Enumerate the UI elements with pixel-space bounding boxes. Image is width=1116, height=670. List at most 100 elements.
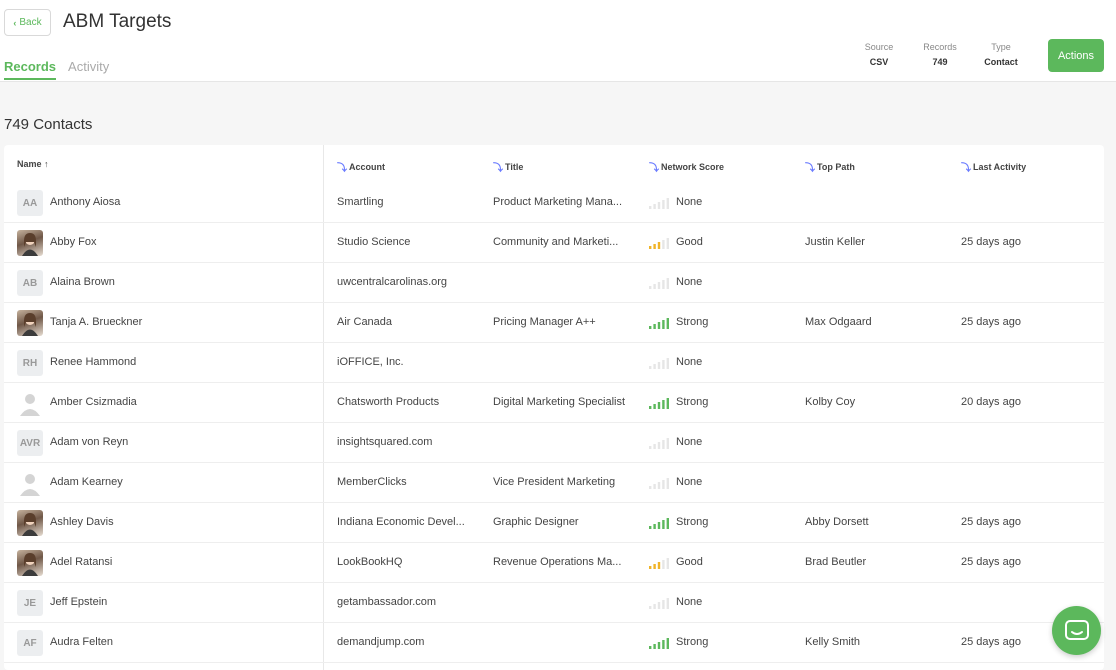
column-header-title[interactable]: ⤵ Title — [493, 159, 524, 175]
contact-name[interactable]: Renee Hammond — [50, 356, 310, 368]
signal-bar — [662, 440, 665, 449]
table-row[interactable]: AA Anthony Aiosa Smartling Product Marketin… — [4, 183, 1104, 223]
table-row[interactable]: Amber Csizmadia Chatsworth Products Digita… — [4, 383, 1104, 423]
table-row[interactable]: Abby Fox Studio Science Community and Mark… — [4, 223, 1104, 263]
signal-strength-icon — [649, 437, 671, 449]
signal-bar — [653, 204, 656, 209]
signal-bar — [662, 600, 665, 609]
column-header-account[interactable]: ⤵ Account — [337, 159, 385, 175]
back-button[interactable]: ‹ Back — [4, 9, 51, 36]
signal-bar — [657, 362, 661, 369]
bolt-icon: ⤵ — [649, 163, 659, 174]
column-header-last-activity[interactable]: ⤵ Last Activity — [961, 159, 1026, 175]
chevron-left-icon: ‹ — [13, 17, 17, 28]
column-header-account-label: Account — [349, 161, 385, 172]
contact-name[interactable]: Adam von Reyn — [50, 436, 310, 448]
title-cell: Product Marketing Mana... — [493, 196, 623, 208]
bolt-icon: ⤵ — [805, 163, 815, 174]
chat-launcher-button[interactable] — [1052, 606, 1101, 655]
signal-strength-icon — [649, 357, 671, 369]
network-score-cell: Strong — [676, 396, 709, 408]
signal-bar — [649, 406, 652, 409]
table-row[interactable]: Adam Kearney MemberClicks Vice President M… — [4, 463, 1104, 503]
avatar-initials: AB — [22, 277, 38, 289]
contact-name[interactable]: Anthony Aiosa — [50, 196, 310, 208]
table-row[interactable]: AB Alaina Brown uwcentralcarolinas.org None — [4, 263, 1104, 303]
network-score-cell: None — [676, 356, 703, 368]
table-row[interactable]: Adel Ratansi LookBookHQ Revenue Operations… — [4, 543, 1104, 583]
account-cell: MemberClicks — [337, 476, 407, 488]
signal-strength-icon — [649, 597, 671, 609]
title-cell: Pricing Manager A++ — [493, 316, 596, 328]
table-row[interactable]: Tanja A. Brueckner Air Canada Pricing Mana… — [4, 303, 1104, 343]
signal-strength-icon — [649, 557, 671, 569]
meta-records: Records 749 — [912, 42, 968, 67]
column-header-top-path[interactable]: ⤵ Top Path — [805, 159, 855, 175]
signal-bar — [657, 482, 661, 489]
table-header: Name ↑ ⤵ Account ⤵ Title ⤵ Network Score… — [4, 145, 1104, 183]
table-row[interactable]: RH Renee Hammond iOFFICE, Inc. None — [4, 343, 1104, 383]
avatar: JE — [17, 590, 43, 616]
title-cell: Revenue Operations Ma... — [493, 556, 622, 568]
meta-type-label: Type — [991, 42, 1011, 52]
signal-strength-icon — [649, 277, 671, 289]
signal-bar — [662, 280, 665, 289]
signal-bar — [653, 364, 656, 369]
column-header-network-score[interactable]: ⤵ Network Score — [649, 159, 725, 175]
bolt-icon: ⤵ — [493, 163, 503, 174]
account-cell: demandjump.com — [337, 636, 425, 648]
signal-bar — [649, 246, 652, 249]
contact-name[interactable]: Audra Felten — [50, 636, 310, 648]
table-row[interactable]: AF Audra Felten demandjump.com Strong Kelly … — [4, 623, 1104, 663]
signal-bar — [662, 640, 665, 649]
contact-name[interactable]: Tanja A. Brueckner — [50, 316, 310, 328]
signal-bar — [666, 518, 669, 529]
signal-bar — [649, 326, 652, 329]
meta-type: Type Contact — [973, 42, 1029, 67]
contact-name[interactable]: Amber Csizmadia — [50, 396, 310, 408]
avatar — [17, 310, 43, 336]
avatar-initials: AA — [22, 197, 38, 209]
avatar-initials: RH — [22, 357, 38, 369]
contact-name[interactable]: Alaina Brown — [50, 276, 310, 288]
column-header-name[interactable]: Name ↑ — [17, 159, 49, 169]
title-cell: Digital Marketing Specialist — [493, 396, 626, 408]
meta-records-value: 749 — [932, 57, 948, 67]
top-path-cell: Abby Dorsett — [805, 516, 869, 528]
contact-name[interactable]: Abby Fox — [50, 236, 310, 248]
top-path-cell: Justin Keller — [805, 236, 865, 248]
meta-source-label: Source — [864, 42, 894, 52]
signal-bar — [653, 244, 656, 249]
bolt-icon: ⤵ — [337, 163, 347, 174]
tab-records[interactable]: Records — [4, 59, 57, 80]
signal-bar — [649, 566, 652, 569]
signal-strength-icon — [649, 397, 671, 409]
column-header-network-score-label: Network Score — [661, 161, 725, 172]
chat-icon — [1064, 619, 1089, 640]
signal-bar — [666, 318, 669, 329]
signal-strength-icon — [649, 517, 671, 529]
signal-strength-icon — [649, 637, 671, 649]
signal-bar — [649, 486, 652, 489]
account-cell: insightsquared.com — [337, 436, 433, 448]
signal-bar — [657, 642, 661, 649]
contact-name[interactable]: Ashley Davis — [50, 516, 310, 528]
table-row[interactable]: JE Jeff Epstein getambassador.com None — [4, 583, 1104, 623]
meta-source: Source CSV — [851, 42, 907, 67]
actions-button[interactable]: Actions — [1048, 39, 1104, 72]
contact-name[interactable]: Adel Ratansi — [50, 556, 310, 568]
table-row[interactable]: Ashley Davis Indiana Economic Devel... Gra… — [4, 503, 1104, 543]
signal-bar — [666, 358, 669, 369]
signal-bar — [653, 644, 656, 649]
meta-records-label: Records — [923, 42, 957, 52]
contacts-table: Name ↑ ⤵ Account ⤵ Title ⤵ Network Score… — [4, 145, 1104, 670]
column-header-title-label: Title — [505, 161, 524, 172]
avatar: AVR — [17, 430, 43, 456]
signal-bar — [662, 480, 665, 489]
tab-activity[interactable]: Activity — [68, 59, 109, 80]
contact-name[interactable]: Adam Kearney — [50, 476, 310, 488]
table-row[interactable]: AVR Adam von Reyn insightsquared.com None — [4, 423, 1104, 463]
contact-name[interactable]: Jeff Epstein — [50, 596, 310, 608]
bolt-icon: ⤵ — [961, 163, 971, 174]
avatar-initials: AF — [23, 637, 37, 649]
